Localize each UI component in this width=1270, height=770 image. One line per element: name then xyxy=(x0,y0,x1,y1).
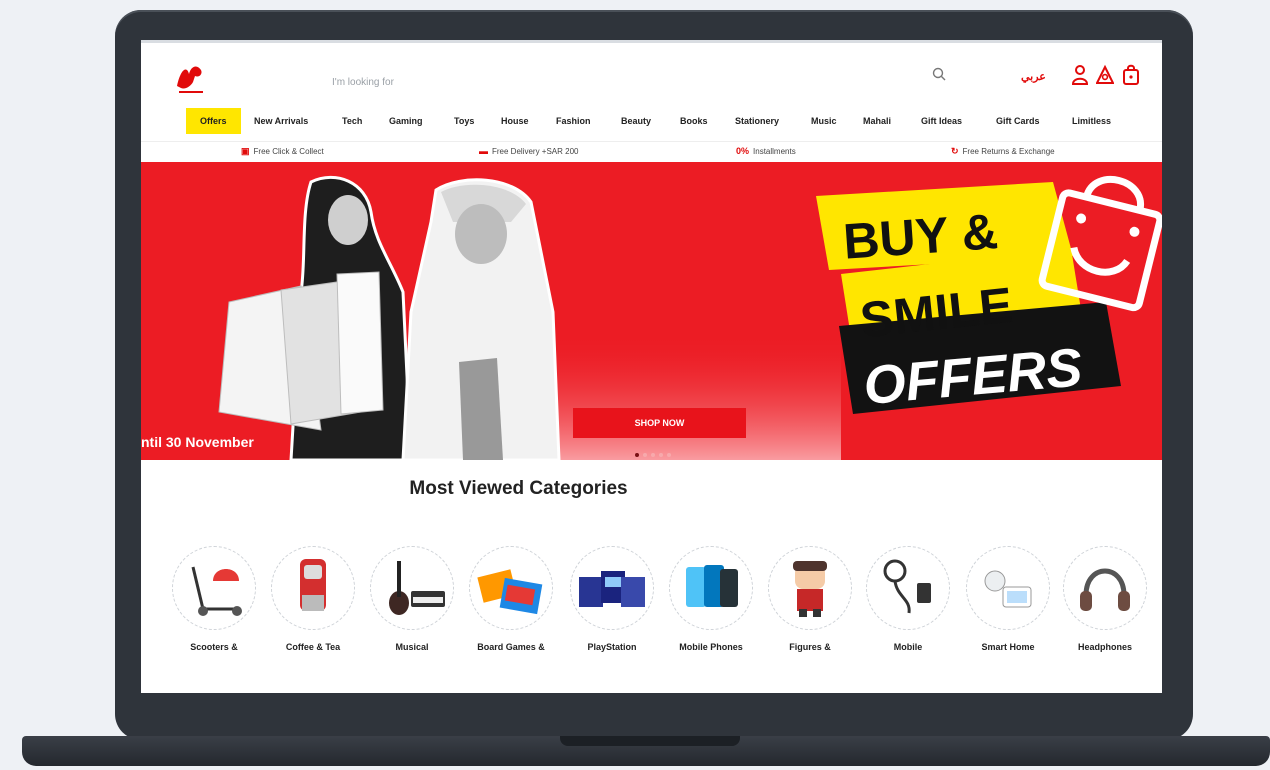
nav-music[interactable]: Music xyxy=(805,108,843,134)
carousel-dots xyxy=(635,444,675,457)
category-label: Coffee & Tea xyxy=(285,642,341,652)
shop-now-button[interactable]: SHOP NOW xyxy=(573,408,746,438)
nav-offers[interactable]: Offers xyxy=(186,108,241,134)
category-image-circle xyxy=(1063,546,1147,630)
nav-fashion[interactable]: Fashion xyxy=(550,108,597,134)
nav-limitless[interactable]: Limitless xyxy=(1066,108,1117,134)
category-label: Mobile xyxy=(893,642,923,652)
language-switch[interactable]: عربي xyxy=(1021,70,1046,83)
category-label: PlayStation xyxy=(587,642,637,652)
laptop-notch xyxy=(560,736,740,746)
category-label: Smart Home xyxy=(981,642,1035,652)
banner-glow xyxy=(521,332,841,460)
benefit-text: Free Click & Collect xyxy=(253,147,324,156)
delivery-truck-icon: ▬ xyxy=(479,146,488,156)
return-icon: ↻ xyxy=(951,146,959,156)
search-placeholder: I'm looking for xyxy=(332,77,394,88)
gift-registry-icon[interactable] xyxy=(1095,64,1115,86)
main-nav: Offers New Arrivals Tech Gaming Toys Hou… xyxy=(141,108,1162,136)
category-image-circle xyxy=(370,546,454,630)
account-icon[interactable] xyxy=(1071,64,1089,86)
nav-new-arrivals[interactable]: New Arrivals xyxy=(248,108,314,134)
category-image-circle xyxy=(669,546,753,630)
category-image-circle xyxy=(866,546,950,630)
virgin-megastore-logo[interactable] xyxy=(171,60,211,98)
benefits-strip: ▣ Free Click & Collect ▬ Free Delivery +SA… xyxy=(141,141,1162,162)
nav-gift-cards[interactable]: Gift Cards xyxy=(990,108,1046,134)
nav-books[interactable]: Books xyxy=(674,108,714,134)
headline-buy: BUY & xyxy=(841,203,999,270)
benefit-text: Free Returns & Exchange xyxy=(962,147,1055,156)
search-icon[interactable] xyxy=(931,66,947,82)
site-header: I'm looking for عربي xyxy=(141,50,1162,110)
browser-top-edge xyxy=(141,40,1162,43)
category-label: Mobile Phones xyxy=(679,642,743,652)
search-input[interactable]: I'm looking for xyxy=(326,70,966,98)
nav-mahali[interactable]: Mahali xyxy=(857,108,897,134)
carousel-dot[interactable] xyxy=(651,453,655,457)
category-label: Figures & xyxy=(789,642,831,652)
category-label: Headphones xyxy=(1077,642,1132,652)
category-image-circle xyxy=(570,546,654,630)
zero-percent-icon: 0% xyxy=(736,146,750,156)
carousel-dot[interactable] xyxy=(667,453,671,457)
man-figure xyxy=(401,178,561,460)
nav-toys[interactable]: Toys xyxy=(448,108,480,134)
nav-tech[interactable]: Tech xyxy=(336,108,368,134)
nav-stationery[interactable]: Stationery xyxy=(729,108,785,134)
click-collect-icon: ▣ xyxy=(241,146,250,156)
nav-gift-ideas[interactable]: Gift Ideas xyxy=(915,108,968,134)
benefit-free-returns[interactable]: ↻ Free Returns & Exchange xyxy=(951,146,1055,157)
carousel-dot[interactable] xyxy=(635,453,639,457)
benefit-click-collect[interactable]: ▣ Free Click & Collect xyxy=(241,146,324,157)
nav-gaming[interactable]: Gaming xyxy=(383,108,429,134)
section-title: Most Viewed Categories xyxy=(409,478,628,499)
carousel-dot[interactable] xyxy=(659,453,663,457)
cart-icon[interactable] xyxy=(1122,64,1140,86)
benefit-free-delivery[interactable]: ▬ Free Delivery +SAR 200 xyxy=(479,146,578,156)
nav-beauty[interactable]: Beauty xyxy=(615,108,657,134)
hero-banner[interactable]: BUY & SMILE OFFERS ntil 30 November SHOP… xyxy=(141,162,1162,460)
category-image-circle xyxy=(172,546,256,630)
shopping-bags xyxy=(218,271,384,431)
category-image-circle xyxy=(768,546,852,630)
category-image-circle xyxy=(469,546,553,630)
benefit-text: Installments xyxy=(753,147,796,156)
carousel-dot[interactable] xyxy=(643,453,647,457)
benefit-installments[interactable]: 0% Installments xyxy=(736,146,796,156)
benefit-text: Free Delivery +SAR 200 xyxy=(492,147,579,156)
category-label: Musical xyxy=(395,642,429,652)
category-label: Board Games & xyxy=(477,642,545,652)
category-image-circle xyxy=(966,546,1050,630)
category-image-circle xyxy=(271,546,355,630)
offer-end-date: ntil 30 November xyxy=(141,434,254,450)
nav-house[interactable]: House xyxy=(495,108,535,134)
category-label: Scooters & xyxy=(190,642,238,652)
